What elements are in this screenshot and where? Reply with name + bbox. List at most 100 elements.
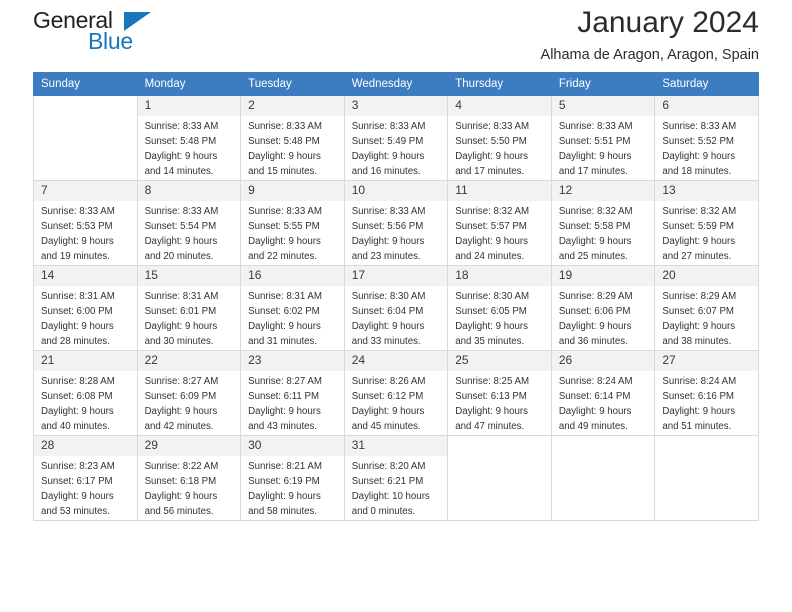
day-number: 18 — [448, 266, 551, 286]
calendar-day-cell[interactable]: 11 Sunrise: 8:32 AM Sunset: 5:57 PM Dayligh… — [447, 180, 552, 266]
sunset-time: Sunset: 6:04 PM — [351, 305, 424, 317]
day-number: 7 — [34, 181, 137, 201]
calendar-week-row: 28 Sunrise: 8:23 AM Sunset: 6:17 PM Dayligh… — [33, 435, 759, 521]
weekday-header-saturday: Saturday — [654, 72, 759, 96]
daylight-duration-line1: Daylight: 9 hours — [144, 150, 218, 162]
logo-text-blue: Blue — [88, 28, 133, 54]
sunset-time: Sunset: 5:59 PM — [662, 220, 734, 232]
daylight-duration-line1: Daylight: 9 hours — [248, 320, 321, 332]
calendar-day-cell[interactable]: 16 Sunrise: 8:31 AM Sunset: 6:02 PM Dayligh… — [240, 265, 345, 351]
daylight-duration-line2: and 38 minutes. — [662, 335, 732, 347]
calendar-day-cell[interactable]: 31 Sunrise: 8:20 AM Sunset: 6:21 PM Dayligh… — [343, 435, 449, 521]
calendar-day-cell[interactable]: 20 Sunrise: 8:29 AM Sunset: 6:07 PM Dayligh… — [654, 265, 759, 351]
calendar-week-row: 21 Sunrise: 8:28 AM Sunset: 6:08 PM Dayligh… — [33, 350, 759, 436]
weekday-header-sunday: Sunday — [33, 72, 138, 96]
day-cell-inner — [34, 96, 137, 180]
daylight-duration-line2: and 0 minutes. — [351, 505, 416, 517]
day-cell-inner: 17 Sunrise: 8:30 AM Sunset: 6:04 PM Dayligh… — [344, 266, 448, 350]
sunset-time: Sunset: 5:55 PM — [248, 220, 320, 232]
day-cell-inner: 24 Sunrise: 8:26 AM Sunset: 6:12 PM Dayligh… — [344, 351, 448, 435]
general-blue-logo[interactable]: General Blue — [33, 9, 213, 61]
day-sun-info: Sunrise: 8:22 AM Sunset: 6:18 PM Daylight:… — [138, 456, 241, 519]
day-cell-inner: 15 Sunrise: 8:31 AM Sunset: 6:01 PM Dayligh… — [137, 266, 241, 350]
calendar-day-cell[interactable]: 12 Sunrise: 8:32 AM Sunset: 5:58 PM Dayligh… — [550, 180, 656, 266]
sunset-time: Sunset: 5:48 PM — [248, 135, 320, 147]
day-sun-info: Sunrise: 8:26 AM Sunset: 6:12 PM Daylight:… — [345, 371, 448, 434]
day-cell-inner: 6 Sunrise: 8:33 AM Sunset: 5:52 PM Daylight… — [655, 96, 758, 180]
day-number: 27 — [655, 351, 758, 371]
calendar-day-cell[interactable]: 24 Sunrise: 8:26 AM Sunset: 6:12 PM Dayligh… — [343, 350, 449, 436]
calendar-day-cell[interactable]: 9 Sunrise: 8:33 AM Sunset: 5:55 PM Daylight… — [240, 180, 345, 266]
sunrise-time: Sunrise: 8:33 AM — [41, 206, 115, 217]
sunrise-time: Sunrise: 8:33 AM — [558, 121, 633, 132]
sunset-time: Sunset: 6:06 PM — [558, 305, 631, 317]
daylight-duration-line2: and 16 minutes. — [351, 165, 421, 177]
daylight-duration-line1: Daylight: 9 hours — [558, 405, 632, 417]
day-cell-inner: 7 Sunrise: 8:33 AM Sunset: 5:53 PM Daylight… — [34, 181, 137, 265]
sunrise-time: Sunrise: 8:27 AM — [144, 376, 219, 387]
sunset-time: Sunset: 6:07 PM — [662, 305, 734, 317]
day-sun-info: Sunrise: 8:33 AM Sunset: 5:49 PM Daylight:… — [345, 116, 448, 179]
calendar-day-cell[interactable]: 10 Sunrise: 8:33 AM Sunset: 5:56 PM Dayligh… — [343, 180, 449, 266]
day-number: 23 — [241, 351, 344, 371]
daylight-duration-line2: and 28 minutes. — [41, 335, 110, 347]
calendar-day-cell[interactable]: 17 Sunrise: 8:30 AM Sunset: 6:04 PM Dayligh… — [343, 265, 449, 351]
day-cell-inner: 2 Sunrise: 8:33 AM Sunset: 5:48 PM Daylight… — [241, 96, 344, 180]
calendar-day-cell[interactable]: 14 Sunrise: 8:31 AM Sunset: 6:00 PM Dayligh… — [33, 265, 138, 351]
sunset-time: Sunset: 5:54 PM — [144, 220, 217, 232]
day-number: 20 — [655, 266, 758, 286]
calendar-day-cell[interactable]: 23 Sunrise: 8:27 AM Sunset: 6:11 PM Dayligh… — [240, 350, 345, 436]
day-sun-info: Sunrise: 8:25 AM Sunset: 6:13 PM Daylight:… — [448, 371, 551, 434]
calendar-day-cell-empty — [654, 435, 759, 521]
sunset-time: Sunset: 6:17 PM — [41, 475, 113, 487]
calendar-day-cell[interactable]: 7 Sunrise: 8:33 AM Sunset: 5:53 PM Daylight… — [33, 180, 138, 266]
calendar-day-cell[interactable]: 26 Sunrise: 8:24 AM Sunset: 6:14 PM Dayligh… — [550, 350, 656, 436]
daylight-duration-line2: and 18 minutes. — [662, 165, 732, 177]
daylight-duration-line1: Daylight: 9 hours — [662, 150, 736, 162]
calendar-day-cell[interactable]: 8 Sunrise: 8:33 AM Sunset: 5:54 PM Daylight… — [136, 180, 242, 266]
sunrise-time: Sunrise: 8:33 AM — [455, 121, 530, 132]
sunrise-time: Sunrise: 8:24 AM — [558, 376, 633, 387]
calendar-day-cell[interactable]: 21 Sunrise: 8:28 AM Sunset: 6:08 PM Dayligh… — [33, 350, 138, 436]
day-number: 31 — [344, 436, 448, 456]
calendar-day-cell[interactable]: 3 Sunrise: 8:33 AM Sunset: 5:49 PM Daylight… — [343, 95, 449, 181]
calendar-day-cell[interactable]: 22 Sunrise: 8:27 AM Sunset: 6:09 PM Dayligh… — [136, 350, 242, 436]
day-sun-info: Sunrise: 8:27 AM Sunset: 6:11 PM Daylight:… — [241, 371, 344, 434]
day-sun-info: Sunrise: 8:29 AM Sunset: 6:06 PM Daylight:… — [552, 286, 655, 349]
day-sun-info: Sunrise: 8:27 AM Sunset: 6:09 PM Daylight:… — [138, 371, 241, 434]
calendar-day-cell[interactable]: 5 Sunrise: 8:33 AM Sunset: 5:51 PM Daylight… — [550, 95, 656, 181]
calendar-day-cell[interactable]: 29 Sunrise: 8:22 AM Sunset: 6:18 PM Dayligh… — [136, 435, 242, 521]
calendar-day-cell[interactable]: 15 Sunrise: 8:31 AM Sunset: 6:01 PM Dayligh… — [136, 265, 242, 351]
calendar-day-cell[interactable]: 2 Sunrise: 8:33 AM Sunset: 5:48 PM Daylight… — [240, 95, 345, 181]
daylight-duration-line1: Daylight: 9 hours — [248, 490, 321, 502]
calendar-day-cell[interactable]: 27 Sunrise: 8:24 AM Sunset: 6:16 PM Dayligh… — [654, 350, 759, 436]
sunrise-time: Sunrise: 8:23 AM — [41, 461, 115, 472]
calendar-day-cell[interactable]: 4 Sunrise: 8:33 AM Sunset: 5:50 PM Daylight… — [447, 95, 552, 181]
calendar-day-cell[interactable]: 18 Sunrise: 8:30 AM Sunset: 6:05 PM Dayligh… — [447, 265, 552, 351]
daylight-duration-line1: Daylight: 9 hours — [248, 235, 321, 247]
day-cell-inner: 13 Sunrise: 8:32 AM Sunset: 5:59 PM Dayligh… — [655, 181, 758, 265]
weekday-header-friday: Friday — [550, 72, 656, 96]
sunset-time: Sunset: 6:05 PM — [455, 305, 527, 317]
daylight-duration-line1: Daylight: 9 hours — [144, 320, 218, 332]
calendar-week-row: 14 Sunrise: 8:31 AM Sunset: 6:00 PM Dayligh… — [33, 265, 759, 351]
calendar-day-cell[interactable]: 30 Sunrise: 8:21 AM Sunset: 6:19 PM Dayligh… — [240, 435, 345, 521]
day-sun-info: Sunrise: 8:33 AM Sunset: 5:53 PM Daylight:… — [34, 201, 137, 264]
sunrise-time: Sunrise: 8:21 AM — [248, 461, 322, 472]
calendar-day-cell[interactable]: 1 Sunrise: 8:33 AM Sunset: 5:48 PM Daylight… — [136, 95, 242, 181]
daylight-duration-line2: and 40 minutes. — [41, 420, 110, 432]
calendar-day-cell[interactable]: 28 Sunrise: 8:23 AM Sunset: 6:17 PM Dayligh… — [33, 435, 138, 521]
calendar-day-cell[interactable]: 6 Sunrise: 8:33 AM Sunset: 5:52 PM Daylight… — [654, 95, 759, 181]
day-cell-inner: 27 Sunrise: 8:24 AM Sunset: 6:16 PM Dayligh… — [655, 351, 758, 435]
calendar-day-cell[interactable]: 19 Sunrise: 8:29 AM Sunset: 6:06 PM Dayligh… — [550, 265, 656, 351]
day-number: 1 — [137, 96, 241, 116]
day-sun-info: Sunrise: 8:21 AM Sunset: 6:19 PM Daylight:… — [241, 456, 344, 519]
sunset-time: Sunset: 5:48 PM — [144, 135, 217, 147]
day-sun-info: Sunrise: 8:33 AM Sunset: 5:52 PM Daylight:… — [655, 116, 758, 179]
day-sun-info: Sunrise: 8:24 AM Sunset: 6:16 PM Daylight:… — [655, 371, 758, 434]
daylight-duration-line2: and 15 minutes. — [248, 165, 318, 177]
calendar-day-cell[interactable]: 13 Sunrise: 8:32 AM Sunset: 5:59 PM Dayligh… — [654, 180, 759, 266]
day-sun-info: Sunrise: 8:31 AM Sunset: 6:02 PM Daylight:… — [241, 286, 344, 349]
day-cell-inner: 20 Sunrise: 8:29 AM Sunset: 6:07 PM Dayligh… — [655, 266, 758, 350]
calendar-day-cell[interactable]: 25 Sunrise: 8:25 AM Sunset: 6:13 PM Dayligh… — [447, 350, 552, 436]
